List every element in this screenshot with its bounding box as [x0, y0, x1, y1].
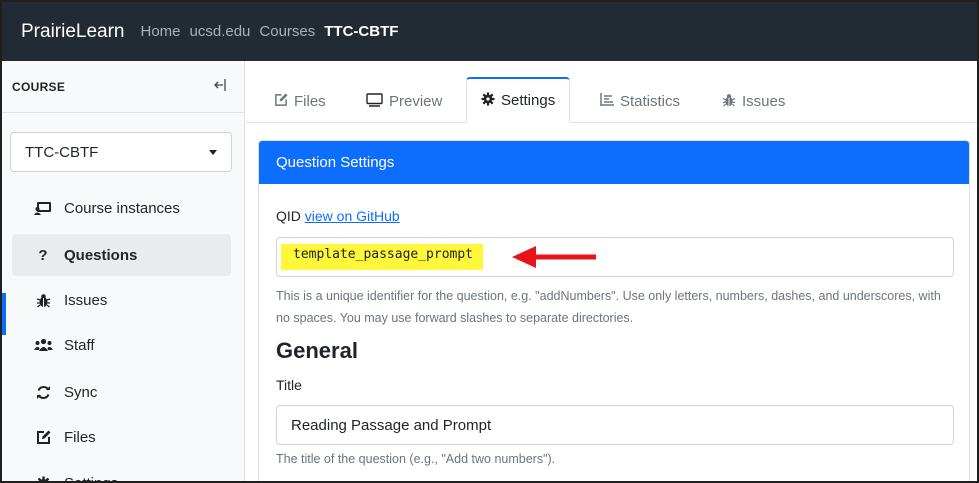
main-content: Files Preview Settings Statistics Issues…: [246, 61, 977, 481]
general-section-heading: General: [276, 338, 358, 363]
sync-icon: [32, 385, 54, 400]
sidebar-item-course-instances[interactable]: Course instances: [12, 187, 231, 229]
tab-label: Preview: [389, 92, 443, 110]
course-select-value: TTC-CBTF: [25, 143, 99, 161]
qid-label: QID: [276, 208, 301, 224]
sidebar-item-label: Files: [64, 428, 96, 446]
collapse-sidebar-icon[interactable]: [214, 78, 226, 95]
sidebar-item-label: Staff: [64, 336, 95, 354]
tab-label: Files: [294, 92, 326, 110]
sidebar-item-files[interactable]: Files: [12, 416, 231, 458]
qid-help-text: This is a unique identifier for the ques…: [276, 289, 941, 325]
view-on-github-link[interactable]: view on GitHub: [305, 208, 400, 224]
sidebar-item-label: Questions: [64, 246, 138, 264]
tab-settings[interactable]: Settings: [466, 77, 571, 123]
top-navbar: PrairieLearn Home ucsd.edu Courses TTC-C…: [2, 2, 977, 61]
tab-label: Settings: [501, 92, 556, 109]
question-mark-icon: ?: [38, 246, 48, 264]
sidebar-item-settings[interactable]: Settings: [12, 462, 231, 483]
sidebar-item-staff[interactable]: Staff: [12, 324, 231, 366]
sidebar-header: COURSE: [2, 61, 244, 113]
sidebar-item-label: Course instances: [64, 199, 180, 217]
brand-link[interactable]: PrairieLearn: [21, 21, 125, 43]
sidebar-title: COURSE: [12, 79, 66, 94]
gear-icon: [32, 476, 54, 481]
bar-chart-icon: [600, 93, 614, 109]
sidebar-item-sync[interactable]: Sync: [12, 371, 231, 413]
active-indicator: [2, 293, 6, 335]
breadcrumb-current-course[interactable]: TTC-CBTF: [324, 23, 398, 40]
bug-icon: [722, 93, 736, 110]
edit-icon: [274, 92, 288, 110]
app-window: PrairieLearn Home ucsd.edu Courses TTC-C…: [0, 0, 979, 483]
gear-icon: [481, 92, 495, 109]
sidebar-item-questions[interactable]: ? Questions: [12, 234, 231, 276]
title-label: Title: [276, 377, 302, 393]
tab-label: Statistics: [620, 92, 681, 110]
sidebar: COURSE TTC-CBTF Course instances ? Quest…: [2, 61, 245, 481]
tab-files[interactable]: Files: [260, 78, 340, 124]
tab-statistics[interactable]: Statistics: [586, 78, 694, 124]
tab-preview[interactable]: Preview: [352, 78, 456, 124]
title-help-text: The title of the question (e.g., "Add tw…: [276, 452, 556, 466]
breadcrumb-home[interactable]: Home: [141, 23, 181, 40]
bug-icon: [32, 293, 54, 308]
qid-label-row: QID view on GitHub: [276, 208, 400, 224]
breadcrumb-courses[interactable]: Courses: [259, 23, 315, 40]
breadcrumb-institution[interactable]: ucsd.edu: [190, 23, 251, 40]
question-tabs: Files Preview Settings Statistics Issues: [246, 61, 977, 123]
chevron-down-icon: [209, 149, 217, 155]
sidebar-item-label: Issues: [64, 291, 108, 309]
edit-icon: [32, 430, 54, 445]
sidebar-item-label: Sync: [64, 383, 98, 401]
qid-field[interactable]: template_passage_prompt: [276, 237, 954, 277]
qid-value: template_passage_prompt: [281, 244, 484, 270]
tab-label: Issues: [742, 92, 786, 110]
course-select[interactable]: TTC-CBTF: [10, 132, 232, 172]
card-header: Question Settings: [259, 141, 969, 184]
sidebar-item-issues[interactable]: Issues: [12, 279, 231, 321]
title-input[interactable]: Reading Passage and Prompt: [276, 405, 954, 445]
monitor-icon: [366, 92, 383, 110]
annotation-arrow-icon: [512, 246, 596, 268]
course-instances-icon: [32, 201, 54, 216]
question-settings-card: Question Settings QID view on GitHub tem…: [258, 140, 970, 481]
tab-issues[interactable]: Issues: [708, 78, 799, 124]
sidebar-item-label: Settings: [64, 474, 119, 483]
users-icon: [32, 338, 54, 352]
